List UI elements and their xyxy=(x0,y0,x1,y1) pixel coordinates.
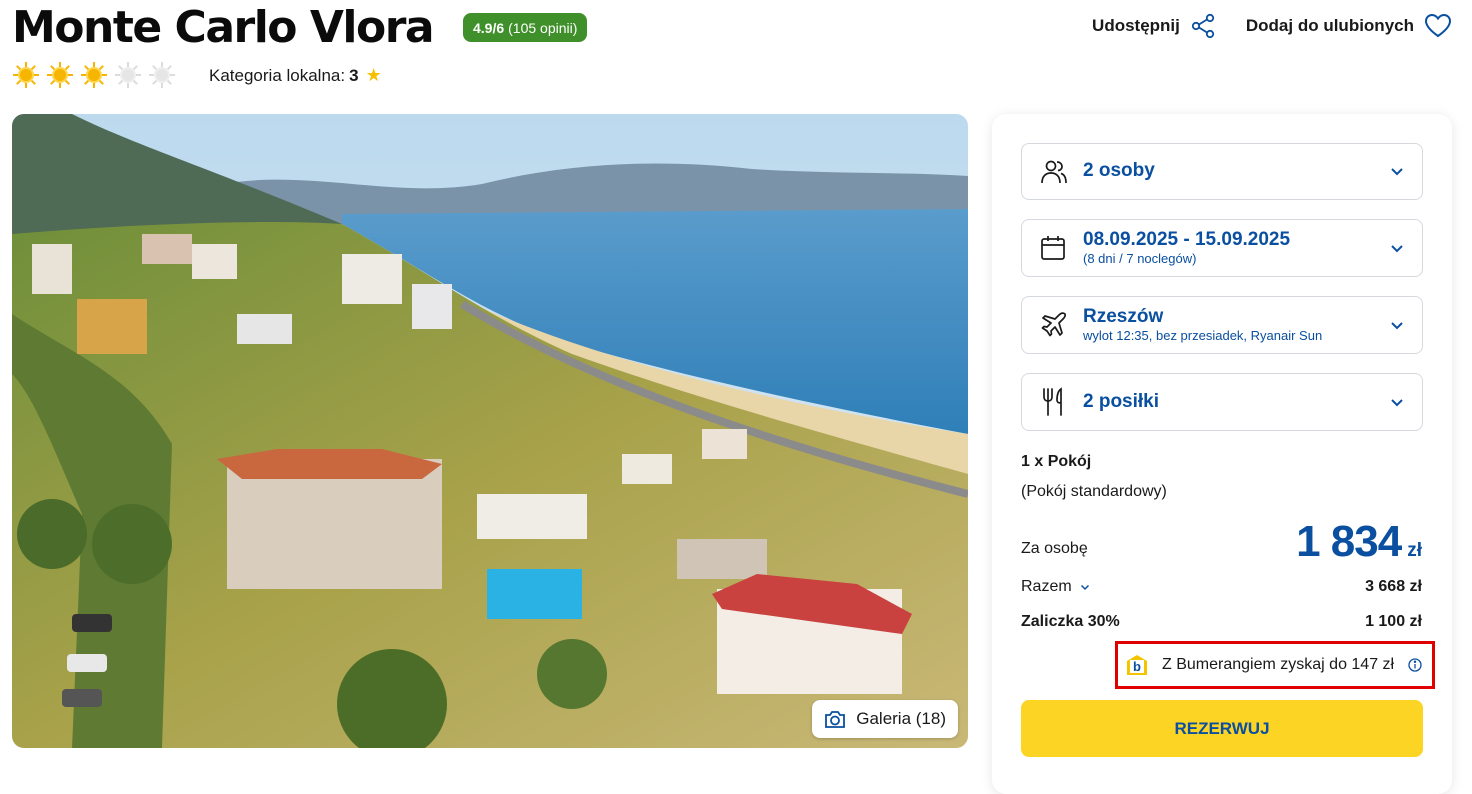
total-toggle[interactable]: Razem xyxy=(1021,578,1090,596)
hotel-aerial-image xyxy=(12,114,968,748)
deposit-row: Zaliczka 30% 1 100 zł xyxy=(1021,611,1422,633)
sun-icon xyxy=(47,62,73,88)
chevron-down-icon xyxy=(1391,321,1403,329)
departure-value: Rzeszów xyxy=(1083,306,1164,327)
room-count: 1 x Pokój xyxy=(1021,453,1092,470)
per-person-currency: zł xyxy=(1407,540,1422,561)
per-person-price: 1 834 xyxy=(1296,517,1402,566)
persons-value: 2 osoby xyxy=(1083,160,1155,181)
chevron-down-icon xyxy=(1391,244,1403,252)
sun-icon xyxy=(81,62,107,88)
airplane-icon xyxy=(1041,312,1067,337)
total-label: Razem xyxy=(1021,578,1072,595)
chevron-down-icon xyxy=(1080,584,1089,590)
bumerang-logo-icon: b xyxy=(1127,655,1147,675)
total-row: Razem 3 668 zł xyxy=(1021,576,1422,598)
sun-empty-icon xyxy=(115,62,141,88)
departure-select[interactable]: Rzeszów wylot 12:35, bez przesiadek, Rya… xyxy=(1021,296,1423,354)
chevron-down-icon xyxy=(1391,168,1403,176)
rating-score: 4.9/6 xyxy=(473,19,505,36)
sun-icon xyxy=(13,62,39,88)
meals-select[interactable]: 2 posiłki xyxy=(1021,373,1423,431)
booking-panel: 2 osoby 08.09.2025 - 15.09.2025 (8 dni /… xyxy=(992,114,1452,794)
svg-text:b: b xyxy=(1133,659,1141,674)
calendar-icon xyxy=(1041,236,1065,260)
meals-value: 2 posiłki xyxy=(1083,391,1160,412)
deposit-label: Zaliczka 30% xyxy=(1021,613,1120,630)
hotel-title: Monte Carlo Vlora xyxy=(12,2,435,53)
hotel-photo[interactable]: Galeria (18) xyxy=(12,114,968,748)
heart-icon xyxy=(1424,13,1452,38)
local-category-label: Kategoria lokalna: xyxy=(209,65,346,85)
header-actions: Udostępnij Dodaj do ulubionych xyxy=(1092,13,1452,39)
gallery-label: Galeria (18) xyxy=(856,709,946,728)
chevron-down-icon xyxy=(1391,398,1403,406)
gallery-button[interactable]: Galeria (18) xyxy=(812,700,958,738)
sun-empty-icon xyxy=(149,62,175,88)
share-icon xyxy=(1191,13,1214,39)
deposit-value: 1 100 zł xyxy=(1365,613,1422,630)
people-icon xyxy=(1041,160,1067,183)
share-button[interactable]: Udostępnij xyxy=(1092,13,1216,39)
camera-icon xyxy=(825,711,846,728)
star-icon: ★ xyxy=(365,65,382,85)
dates-value: 08.09.2025 - 15.09.2025 xyxy=(1083,229,1291,250)
departure-sub: wylot 12:35, bez przesiadek, Ryanair Sun xyxy=(1083,328,1323,343)
rating-count: (105 opinii) xyxy=(508,19,578,36)
persons-select[interactable]: 2 osoby xyxy=(1021,143,1423,200)
reserve-button[interactable]: REZERWUJ xyxy=(1021,700,1423,757)
info-icon[interactable] xyxy=(1408,658,1422,672)
per-person-label: Za osobę xyxy=(1021,540,1088,557)
dates-select[interactable]: 08.09.2025 - 15.09.2025 (8 dni / 7 nocle… xyxy=(1021,219,1423,277)
local-category-value: 3 xyxy=(349,65,359,85)
sun-rating xyxy=(13,62,175,88)
rating-badge[interactable]: 4.9/6 (105 opinii) xyxy=(463,13,588,42)
total-value: 3 668 zł xyxy=(1365,578,1422,595)
cutlery-icon xyxy=(1043,387,1062,416)
bumerang-promo[interactable]: b Z Bumerangiem zyskaj do 147 zł xyxy=(1115,641,1435,689)
local-category: Kategoria lokalna: 3 ★ xyxy=(209,65,382,86)
share-label: Udostępnij xyxy=(1092,16,1180,35)
bumerang-text: Z Bumerangiem zyskaj do 147 zł xyxy=(1162,656,1395,673)
dates-sub: (8 dni / 7 noclegów) xyxy=(1083,251,1197,266)
room-type: (Pokój standardowy) xyxy=(1021,483,1167,500)
favorite-label: Dodaj do ulubionych xyxy=(1245,16,1414,35)
per-person-row: Za osobę 1 834 zł xyxy=(1021,516,1422,568)
favorite-button[interactable]: Dodaj do ulubionych xyxy=(1246,13,1452,39)
